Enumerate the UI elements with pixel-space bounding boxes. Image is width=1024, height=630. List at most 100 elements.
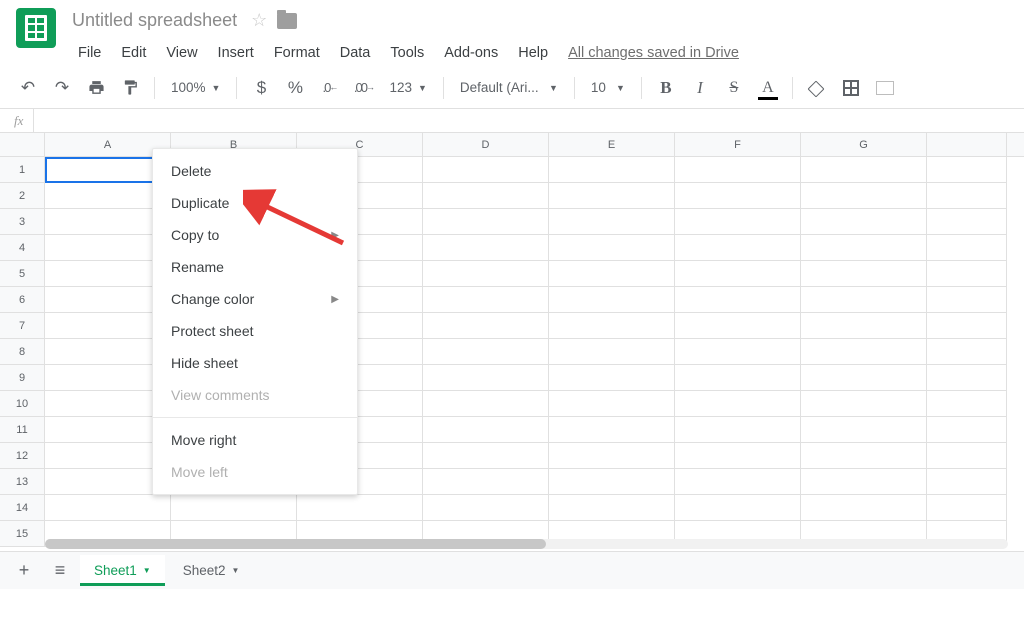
strikethrough-button[interactable]: S xyxy=(720,74,748,102)
cell[interactable] xyxy=(801,391,927,417)
cell[interactable] xyxy=(675,417,801,443)
cell[interactable] xyxy=(675,469,801,495)
cell[interactable] xyxy=(675,183,801,209)
menu-insert[interactable]: Insert xyxy=(208,39,264,67)
star-icon[interactable]: ☆ xyxy=(251,10,267,31)
number-format-select[interactable]: 123▼ xyxy=(383,80,432,95)
borders-button[interactable] xyxy=(837,74,865,102)
font-select[interactable]: Default (Ari...▼ xyxy=(454,80,564,95)
cell[interactable] xyxy=(927,157,1007,183)
col-header-g[interactable]: G xyxy=(801,133,927,156)
sheet-tab-1[interactable]: Sheet1▼ xyxy=(80,555,165,586)
save-status[interactable]: All changes saved in Drive xyxy=(568,45,739,61)
cell[interactable] xyxy=(801,417,927,443)
font-size-select[interactable]: 10▼ xyxy=(585,80,631,95)
cell[interactable] xyxy=(675,287,801,313)
chevron-down-icon[interactable]: ▼ xyxy=(232,566,240,575)
cell[interactable] xyxy=(549,287,675,313)
cell[interactable] xyxy=(801,287,927,313)
cell[interactable] xyxy=(927,209,1007,235)
cell[interactable] xyxy=(549,183,675,209)
cell[interactable] xyxy=(423,469,549,495)
cell[interactable] xyxy=(45,495,171,521)
cell[interactable] xyxy=(423,339,549,365)
cell[interactable] xyxy=(927,313,1007,339)
row-header[interactable]: 13 xyxy=(0,469,44,495)
add-sheet-button[interactable]: + xyxy=(8,557,40,585)
cell[interactable] xyxy=(549,157,675,183)
undo-button[interactable]: ↶ xyxy=(14,74,42,102)
cell[interactable] xyxy=(801,183,927,209)
cell[interactable] xyxy=(297,495,423,521)
cell[interactable] xyxy=(801,495,927,521)
context-menu-delete[interactable]: Delete xyxy=(153,155,357,187)
cell[interactable] xyxy=(549,339,675,365)
col-header-d[interactable]: D xyxy=(423,133,549,156)
menu-tools[interactable]: Tools xyxy=(380,39,434,67)
row-header[interactable]: 8 xyxy=(0,339,44,365)
cell[interactable] xyxy=(423,495,549,521)
bold-button[interactable]: B xyxy=(652,74,680,102)
select-all-corner[interactable] xyxy=(0,133,45,156)
cell[interactable] xyxy=(549,313,675,339)
menu-data[interactable]: Data xyxy=(330,39,381,67)
context-menu-move-right[interactable]: Move right xyxy=(153,424,357,456)
context-menu-change-color[interactable]: Change color▶ xyxy=(153,283,357,315)
cell[interactable] xyxy=(801,235,927,261)
row-header[interactable]: 14 xyxy=(0,495,44,521)
cell[interactable] xyxy=(675,365,801,391)
row-header[interactable]: 2 xyxy=(0,183,44,209)
cell[interactable] xyxy=(423,183,549,209)
cell[interactable] xyxy=(549,261,675,287)
formula-input[interactable] xyxy=(34,109,1024,132)
cell[interactable] xyxy=(675,391,801,417)
cell[interactable] xyxy=(675,235,801,261)
context-menu-copy-to[interactable]: Copy to▶ xyxy=(153,219,357,251)
cell[interactable] xyxy=(801,313,927,339)
cell[interactable] xyxy=(549,391,675,417)
horizontal-scrollbar[interactable] xyxy=(45,539,1008,549)
cell[interactable] xyxy=(423,417,549,443)
menu-edit[interactable]: Edit xyxy=(111,39,156,67)
cell[interactable] xyxy=(675,443,801,469)
text-color-button[interactable]: A xyxy=(754,74,782,102)
paint-format-button[interactable] xyxy=(116,74,144,102)
cell[interactable] xyxy=(423,209,549,235)
italic-button[interactable]: I xyxy=(686,74,714,102)
cell[interactable] xyxy=(423,235,549,261)
cell[interactable] xyxy=(675,261,801,287)
cell[interactable] xyxy=(801,209,927,235)
row-header[interactable]: 1 xyxy=(0,157,44,183)
cell[interactable] xyxy=(927,417,1007,443)
menu-format[interactable]: Format xyxy=(264,39,330,67)
cell[interactable] xyxy=(801,261,927,287)
row-header[interactable]: 6 xyxy=(0,287,44,313)
sheet-tab-2[interactable]: Sheet2▼ xyxy=(169,555,254,586)
menu-addons[interactable]: Add-ons xyxy=(434,39,508,67)
context-menu-protect-sheet[interactable]: Protect sheet xyxy=(153,315,357,347)
cell[interactable] xyxy=(423,261,549,287)
row-header[interactable]: 15 xyxy=(0,521,44,547)
cell[interactable] xyxy=(549,365,675,391)
cell[interactable] xyxy=(801,469,927,495)
row-header[interactable]: 10 xyxy=(0,391,44,417)
currency-button[interactable]: $ xyxy=(247,74,275,102)
context-menu-rename[interactable]: Rename xyxy=(153,251,357,283)
cell[interactable] xyxy=(801,443,927,469)
row-header[interactable]: 5 xyxy=(0,261,44,287)
cell[interactable] xyxy=(549,235,675,261)
cell[interactable] xyxy=(927,235,1007,261)
cell[interactable] xyxy=(675,209,801,235)
print-button[interactable] xyxy=(82,74,110,102)
cell[interactable] xyxy=(423,313,549,339)
decrease-decimal-button[interactable]: .0← xyxy=(315,74,343,102)
percent-button[interactable]: % xyxy=(281,74,309,102)
folder-icon[interactable] xyxy=(277,13,297,29)
fill-color-button[interactable] xyxy=(803,74,831,102)
cell[interactable] xyxy=(675,495,801,521)
cell[interactable] xyxy=(675,339,801,365)
col-header-e[interactable]: E xyxy=(549,133,675,156)
context-menu-duplicate[interactable]: Duplicate xyxy=(153,187,357,219)
menu-file[interactable]: File xyxy=(68,39,111,67)
cell[interactable] xyxy=(675,313,801,339)
